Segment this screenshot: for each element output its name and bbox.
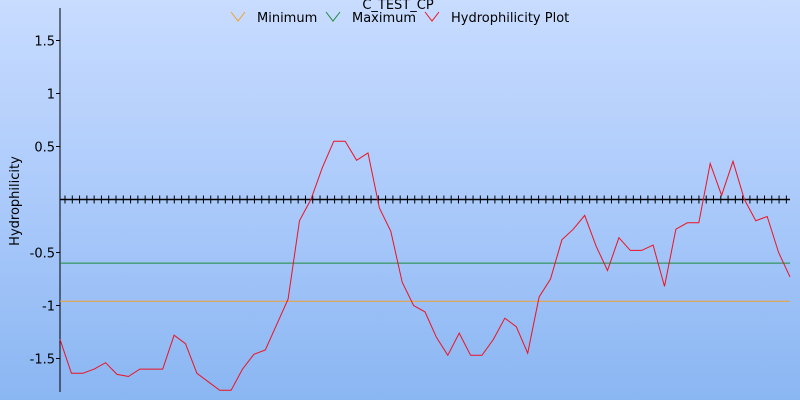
legend-item: Hydrophilicity Plot [424,11,569,26]
series-group [59,140,791,391]
hydrophilicity-chart: C_TEST_CP Minimum Maximum Hydrophilicity P… [8,0,791,392]
legend-swatch-icon [424,11,440,22]
y-tick-label: -1.5 [30,353,55,368]
y-tick-label: 1 [47,88,55,103]
y-tick-label: 1.5 [34,35,55,50]
legend-label: Maximum [352,11,416,26]
y-axis-label: Hydrophilicity [8,156,23,246]
legend-item: Maximum [325,11,416,26]
legend-label: Hydrophilicity Plot [451,11,569,26]
legend-item: Minimum [230,11,317,26]
chart-canvas: C_TEST_CP Minimum Maximum Hydrophilicity P… [0,0,800,400]
legend-swatch-icon [325,11,341,22]
hydrophilicity-line [59,140,791,391]
chart-legend: Minimum Maximum Hydrophilicity Plot [230,11,569,26]
y-tick-label: -0.5 [30,247,55,262]
y-axis-ticks: 1.5 1 0.5 -0.5 -1 -1.5 [30,35,60,368]
y-tick-label: 0.5 [34,141,55,156]
threshold-lines [60,262,790,302]
zero-baseline [60,195,790,204]
legend-swatch-icon [230,11,246,22]
y-tick-label: -1 [42,300,55,315]
legend-label: Minimum [257,11,317,26]
